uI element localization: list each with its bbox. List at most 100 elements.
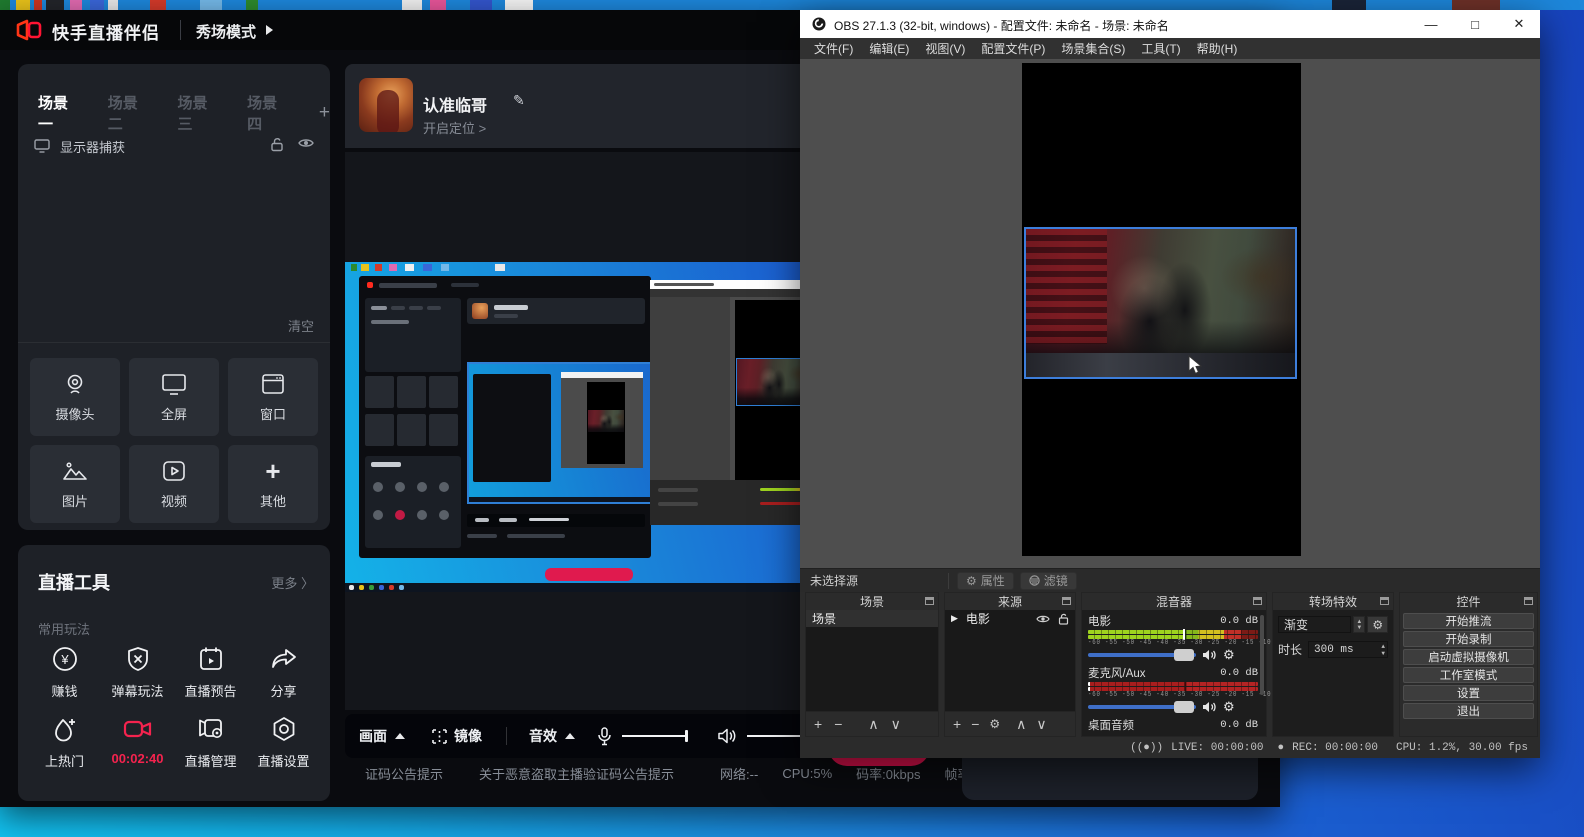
mirror-button[interactable]: 镜像: [431, 726, 482, 746]
edit-name-icon[interactable]: ✎: [513, 92, 525, 109]
sources-dock-header[interactable]: 来源: [945, 593, 1075, 610]
clear-sources-button[interactable]: 清空: [288, 316, 314, 335]
exit-button[interactable]: 退出: [1403, 703, 1534, 719]
add-image-tile[interactable]: 图片: [30, 445, 120, 523]
live-settings-button[interactable]: 直播设置: [247, 715, 320, 770]
filters-button[interactable]: 滤镜: [1020, 572, 1077, 590]
screen-menu-arrow-icon[interactable]: [395, 733, 405, 739]
add-fullscreen-tile[interactable]: 全屏: [129, 358, 219, 436]
scene-tab-4[interactable]: 场景四: [247, 92, 283, 134]
captcha-notice-link[interactable]: 证码公告提示: [365, 764, 443, 783]
menu-view[interactable]: 视图(V): [917, 40, 973, 57]
scene-tab-1[interactable]: 场景一: [38, 92, 74, 134]
scene-tab-2[interactable]: 场景二: [108, 92, 144, 134]
sound-effects-button[interactable]: 音效: [529, 726, 557, 746]
avatar[interactable]: [359, 78, 413, 132]
add-camera-tile[interactable]: 摄像头: [30, 358, 120, 436]
share-arrow-icon: [270, 645, 298, 673]
scene-list-item[interactable]: 场景: [806, 610, 938, 627]
add-window-tile[interactable]: 窗口: [228, 358, 318, 436]
menu-tools[interactable]: 工具(T): [1133, 40, 1188, 57]
obs-canvas[interactable]: [1022, 63, 1301, 556]
start-streaming-button[interactable]: 开始推流: [1403, 613, 1534, 629]
close-button[interactable]: ✕: [1498, 10, 1540, 38]
minimize-button[interactable]: —: [1410, 10, 1452, 38]
scenes-dock-header[interactable]: 场景: [806, 593, 938, 610]
danmu-play-button[interactable]: 弹幕玩法: [101, 645, 174, 700]
dock-float-icon[interactable]: [1524, 597, 1533, 605]
scene-list[interactable]: 场景: [806, 610, 938, 711]
controls-dock-header[interactable]: 控件: [1400, 593, 1537, 610]
source-unlock-icon[interactable]: [1058, 613, 1069, 625]
scene-up-icon[interactable]: ∧: [868, 716, 878, 733]
add-video-tile[interactable]: 视频: [129, 445, 219, 523]
speaker-icon[interactable]: [718, 728, 737, 744]
live-manage-button[interactable]: 直播管理: [174, 715, 247, 770]
unlock-icon[interactable]: [270, 137, 284, 152]
screen-menu-button[interactable]: 画面: [359, 726, 387, 746]
source-list[interactable]: ▶ 电影: [945, 610, 1075, 711]
menu-profile[interactable]: 配置文件(P): [973, 40, 1053, 57]
mode-dropdown-icon[interactable]: [266, 25, 273, 35]
transition-type-select[interactable]: 渐变: [1278, 616, 1351, 633]
live-preannounce-button[interactable]: 直播预告: [174, 645, 247, 700]
dock-float-icon[interactable]: [1253, 597, 1262, 605]
scene-tab-3[interactable]: 场景三: [177, 92, 213, 134]
transition-select-spinner[interactable]: ▲▼: [1353, 616, 1365, 633]
transition-duration-input[interactable]: 300 ms ▲▼: [1308, 641, 1388, 658]
mic-volume-slider[interactable]: [1088, 705, 1196, 709]
dock-float-icon[interactable]: [1062, 597, 1071, 605]
obs-titlebar[interactable]: OBS 27.1.3 (32-bit, windows) - 配置文件: 未命名…: [800, 10, 1540, 38]
menu-scene-collection[interactable]: 场景集合(S): [1053, 40, 1133, 57]
add-source-icon[interactable]: +: [953, 716, 961, 732]
add-scene-button[interactable]: +: [319, 102, 330, 124]
movie-channel-gear-icon[interactable]: ⚙: [1223, 647, 1235, 663]
scene-source-row[interactable]: 显示器捕获: [34, 134, 314, 158]
mic-speaker-icon[interactable]: [1202, 701, 1217, 713]
source-up-icon[interactable]: ∧: [1016, 716, 1026, 733]
anti-theft-notice-link[interactable]: 关于恶意盗取主播验证码公告提示: [479, 764, 674, 783]
enable-location-link[interactable]: 开启定位 >: [423, 118, 486, 137]
earn-money-button[interactable]: ¥ 赚钱: [28, 645, 101, 700]
source-visibility-eye-icon[interactable]: [1036, 614, 1050, 624]
start-virtual-camera-button[interactable]: 启动虚拟摄像机: [1403, 649, 1534, 665]
add-scene-icon[interactable]: +: [814, 716, 822, 732]
mode-switcher[interactable]: 秀场模式: [196, 21, 256, 42]
mixer-scrollbar[interactable]: [1260, 615, 1264, 695]
settings-button[interactable]: 设置: [1403, 685, 1534, 701]
dock-float-icon[interactable]: [1380, 597, 1389, 605]
add-other-tile[interactable]: + 其他: [228, 445, 318, 523]
remove-source-icon[interactable]: −: [971, 716, 979, 732]
movie-source-preview[interactable]: [1024, 227, 1297, 379]
source-down-icon[interactable]: ∨: [1036, 716, 1046, 733]
more-tools-link[interactable]: 更多 〉: [271, 573, 314, 592]
menu-help[interactable]: 帮助(H): [1189, 40, 1246, 57]
recording-timer[interactable]: 00:02:40: [101, 715, 174, 770]
properties-button[interactable]: ⚙ 属性: [957, 572, 1014, 590]
share-button[interactable]: 分享: [247, 645, 320, 700]
menu-file[interactable]: 文件(F): [806, 40, 861, 57]
microphone-icon[interactable]: [597, 727, 612, 746]
trending-button[interactable]: 上热门: [28, 715, 101, 770]
scene-down-icon[interactable]: ∨: [891, 716, 901, 733]
remove-scene-icon[interactable]: −: [834, 716, 842, 732]
controls-dock: 控件 开始推流 开始录制 启动虚拟摄像机 工作室模式 设置 退出: [1399, 592, 1538, 737]
source-properties-gear-icon[interactable]: ⚙: [989, 717, 1000, 731]
movie-volume-slider[interactable]: [1088, 653, 1196, 657]
sound-menu-arrow-icon[interactable]: [565, 733, 575, 739]
source-list-item[interactable]: ▶ 电影: [945, 610, 1075, 627]
visibility-eye-icon[interactable]: [298, 137, 314, 152]
duration-spinner[interactable]: ▲▼: [1381, 643, 1385, 657]
studio-mode-button[interactable]: 工作室模式: [1403, 667, 1534, 683]
movie-speaker-icon[interactable]: [1202, 649, 1217, 661]
dock-float-icon[interactable]: [925, 597, 934, 605]
shield-x-icon: [125, 645, 151, 673]
mixer-dock-header[interactable]: 混音器: [1082, 593, 1266, 610]
start-recording-button[interactable]: 开始录制: [1403, 631, 1534, 647]
mic-channel-gear-icon[interactable]: ⚙: [1223, 699, 1235, 715]
menu-edit[interactable]: 编辑(E): [861, 40, 917, 57]
maximize-button[interactable]: □: [1454, 10, 1496, 38]
transition-gear-button[interactable]: ⚙: [1367, 616, 1388, 633]
transitions-dock-header[interactable]: 转场特效: [1273, 593, 1393, 610]
mic-volume-slider[interactable]: [622, 735, 688, 737]
